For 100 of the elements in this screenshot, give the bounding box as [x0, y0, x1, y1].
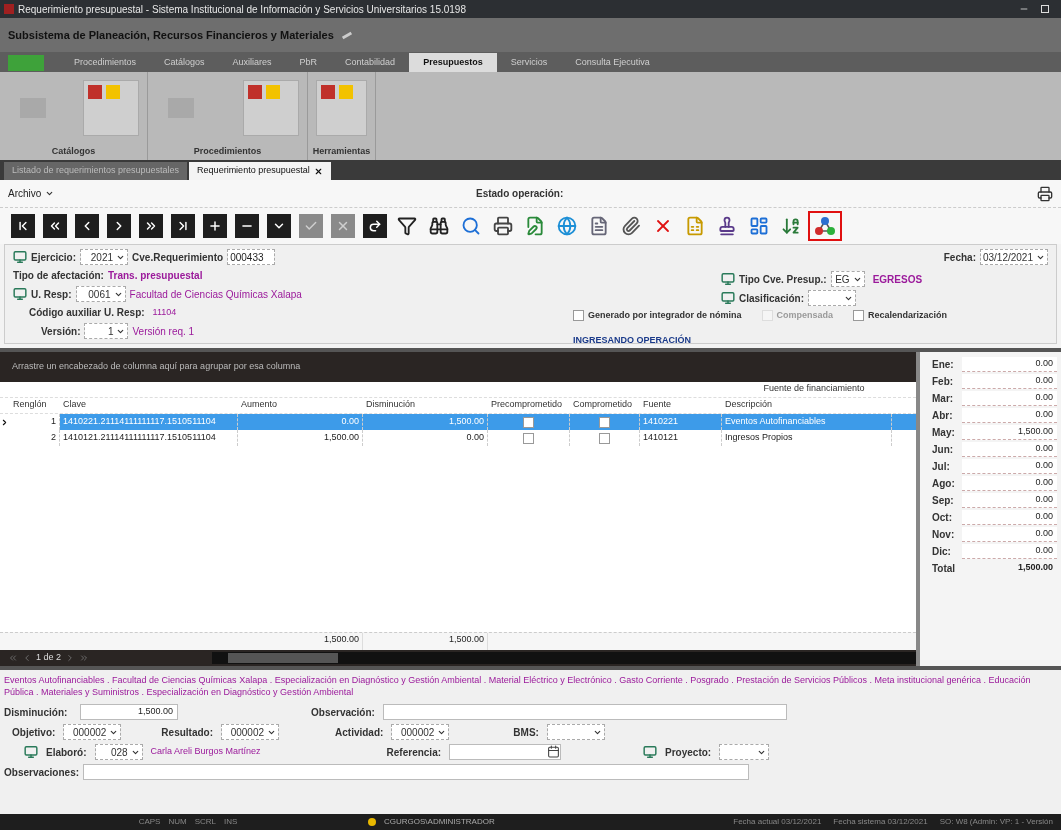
- disminucion-field[interactable]: 1,500.00: [80, 704, 178, 720]
- status-info: SO: W8 (Admin: VP: 1 - Versión: [939, 816, 1053, 828]
- checkbox[interactable]: [573, 310, 584, 322]
- search-icon: [461, 216, 481, 236]
- field-label: May:: [932, 425, 956, 440]
- checkbox[interactable]: [523, 416, 534, 428]
- list-icon: [589, 216, 609, 236]
- scrollbar-thumb[interactable]: [228, 653, 338, 663]
- bms-combo[interactable]: [546, 724, 605, 740]
- globe-icon: [557, 216, 577, 236]
- table-cell: 1: [10, 414, 60, 430]
- dropdown-button[interactable]: [267, 214, 291, 238]
- month-field[interactable]: 0.00: [962, 441, 1057, 457]
- month-field[interactable]: 0.00: [962, 492, 1057, 508]
- ribbon-item-icon[interactable]: [321, 85, 335, 100]
- column-header[interactable]: Disminución: [363, 398, 488, 413]
- actividad-combo[interactable]: 000002: [391, 724, 450, 740]
- current-row-icon: [0, 417, 9, 427]
- column-header[interactable]: Aumento: [238, 398, 363, 413]
- monitor-icon: [24, 745, 38, 759]
- month-field[interactable]: 0.00: [962, 407, 1057, 423]
- document-tab[interactable]: Requerimiento presupuestal: [189, 162, 331, 180]
- redo-button[interactable]: [363, 214, 387, 238]
- tipo-cve-combo[interactable]: EG: [830, 271, 865, 287]
- month-field[interactable]: 0.00: [962, 543, 1057, 559]
- forward-button[interactable]: [139, 214, 163, 238]
- maximize-icon[interactable]: [1041, 5, 1049, 13]
- network-button[interactable]: [808, 211, 842, 241]
- grid-row[interactable]: 1 1410221.21114111111117.1510511104 0.00 1,500.00 1410221 Eventos Autofinanciables: [0, 414, 916, 430]
- last-icon: [176, 219, 190, 233]
- month-field[interactable]: 0.00: [962, 390, 1057, 406]
- checkbox[interactable]: [853, 310, 865, 322]
- checkbox-label: Recalendarización: [868, 309, 948, 322]
- proyecto-combo[interactable]: [719, 744, 770, 760]
- month-field[interactable]: 0.00: [962, 373, 1057, 389]
- ribbon-tab[interactable]: Auxiliares: [218, 53, 286, 72]
- monitor-icon: [643, 745, 658, 759]
- next-button[interactable]: [107, 214, 131, 238]
- first-button[interactable]: [11, 214, 35, 238]
- ribbon-tab[interactable]: Servicios: [496, 53, 562, 72]
- add-button[interactable]: [203, 214, 227, 238]
- cve-field[interactable]: 000433: [227, 249, 276, 265]
- prev-button[interactable]: [75, 214, 99, 238]
- column-header[interactable]: Precomprometido: [488, 398, 570, 413]
- field-label: Elaboró:: [46, 745, 87, 760]
- checkbox[interactable]: [523, 432, 534, 444]
- clasificacion-combo[interactable]: [808, 290, 857, 306]
- pager-text: 1 de 2: [36, 651, 62, 665]
- field-label: Feb:: [932, 374, 955, 389]
- key-indicator: INS: [224, 816, 238, 828]
- ribbon-tab[interactable]: Consulta Ejecutiva: [561, 53, 664, 72]
- fecha-combo[interactable]: 03/12/2021: [980, 249, 1048, 265]
- calendar-icon[interactable]: [547, 745, 561, 758]
- ribbon-item-icon[interactable]: [248, 85, 262, 100]
- column-header[interactable]: Comprometido: [570, 398, 640, 413]
- checkbox[interactable]: [599, 432, 610, 444]
- remove-button[interactable]: [235, 214, 259, 238]
- ejercicio-combo[interactable]: 2021: [80, 249, 129, 265]
- ribbon-tab[interactable]: Catálogos: [150, 53, 219, 72]
- column-header[interactable]: Descripción: [722, 398, 892, 413]
- monitor-icon: [721, 291, 735, 305]
- resultado-combo[interactable]: 000002: [221, 724, 279, 740]
- horizontal-scrollbar[interactable]: [212, 652, 916, 664]
- month-field[interactable]: 0.00: [962, 475, 1057, 491]
- last-button[interactable]: [171, 214, 195, 238]
- field-label: Ejercicio:: [31, 250, 77, 265]
- month-field[interactable]: 1,500.00: [962, 424, 1057, 440]
- archivo-menu[interactable]: Archivo: [8, 186, 55, 201]
- group-hint: Arrastre un encabezado de columna aquí para agrupar por esa columna: [12, 360, 301, 374]
- tipo-cve-name: EGRESOS: [872, 272, 923, 287]
- column-header[interactable]: Renglón: [10, 398, 60, 413]
- printer-icon[interactable]: [1037, 185, 1053, 202]
- ribbon-tab[interactable]: Contabilidad: [331, 53, 410, 72]
- close-icon[interactable]: [313, 166, 323, 176]
- redo-icon: [368, 219, 382, 233]
- forward-icon: [144, 219, 158, 233]
- version-combo[interactable]: 1: [84, 323, 129, 339]
- column-header[interactable]: Clave: [60, 398, 238, 413]
- field-label: Abr:: [932, 408, 954, 423]
- referencia-field[interactable]: [449, 744, 562, 760]
- month-field[interactable]: 0.00: [962, 509, 1057, 525]
- pager-prev-icon[interactable]: [22, 653, 32, 663]
- rewind-button[interactable]: [43, 214, 67, 238]
- checkbox[interactable]: [599, 416, 610, 428]
- observaciones-field[interactable]: [83, 764, 750, 780]
- objetivo-combo[interactable]: 000002: [63, 724, 122, 740]
- month-field[interactable]: 0.00: [962, 458, 1057, 474]
- ribbon-tab[interactable]: Presupuestos: [409, 53, 497, 72]
- month-field[interactable]: 0.00: [962, 526, 1057, 542]
- ribbon-tab[interactable]: PbR: [285, 53, 332, 72]
- ribbon-item-icon[interactable]: [88, 85, 102, 100]
- uresp-combo[interactable]: 0061: [75, 286, 126, 302]
- column-header[interactable]: Fuente: [640, 398, 722, 413]
- key-indicator: SCRL: [194, 816, 216, 828]
- pager-first-icon[interactable]: [8, 653, 18, 663]
- elaboro-combo[interactable]: 028: [94, 744, 143, 760]
- observacion-field[interactable]: [382, 704, 787, 720]
- month-field[interactable]: 0.00: [962, 356, 1057, 372]
- ribbon-tab[interactable]: Procedimientos: [60, 53, 151, 72]
- status-user: CGURGOS\ADMINISTRADOR: [384, 816, 495, 828]
